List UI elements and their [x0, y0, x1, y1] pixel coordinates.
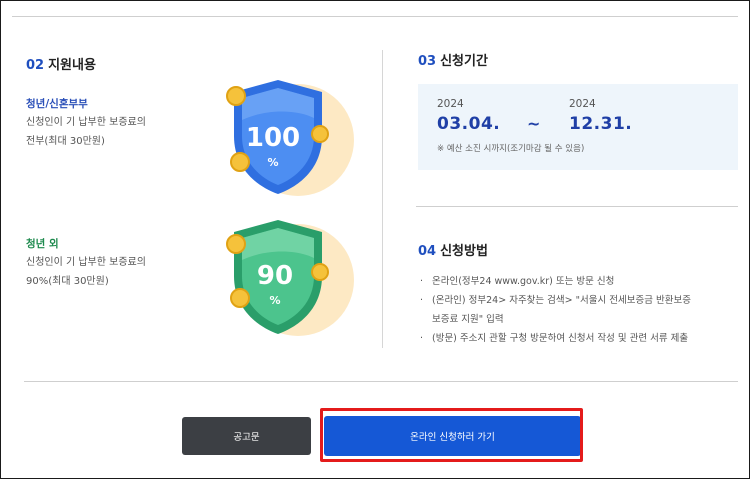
list-item: · (방문) 주소지 관할 구청 방문하여 신청서 작성 및 관련 서류 제출 [420, 329, 750, 348]
bullet: · [420, 333, 424, 344]
method-text: 온라인(정부24 www.gov.kr) 또는 방문 신청 [432, 276, 615, 287]
start-year: 2024 [437, 98, 464, 110]
bullet: · [420, 295, 424, 306]
desc-line: 신청인이 기 납부한 보증료의 [26, 257, 146, 268]
support-category-youth-newlywed: 청년/신혼부부 [26, 98, 88, 110]
desc-line: 전부(최대 30만원) [26, 136, 105, 147]
end-date: 12.31. [569, 114, 633, 134]
top-divider [12, 16, 738, 17]
section-number: 04 [418, 244, 437, 259]
method-text: (방문) 주소지 관할 구청 방문하여 신청서 작성 및 관련 서류 제출 [432, 333, 689, 344]
shield-100-percent-icon: 100 % [226, 80, 354, 196]
list-item: · (온라인) 정부24> 자주찾는 검색> "서울시 전세보증금 반환보증 [420, 291, 750, 310]
period-note: ※ 예산 소진 시까지(조기마감 될 수 있음) [437, 144, 585, 154]
method-text: (온라인) 정부24> 자주찾는 검색> "서울시 전세보증금 반환보증 [432, 295, 691, 306]
support-category-other: 청년 외 [26, 238, 59, 250]
method-list: · 온라인(정부24 www.gov.kr) 또는 방문 신청 · (온라인) 정부… [420, 272, 750, 348]
column-divider [382, 50, 383, 348]
section-title-text: 신청기간 [440, 54, 488, 69]
end-year: 2024 [569, 98, 596, 110]
desc-line: 90%(최대 30만원) [26, 276, 109, 287]
support-desc-other: 신청인이 기 납부한 보증료의 90%(최대 30만원) [26, 253, 196, 291]
shield-90-percent-icon: 90 % [226, 220, 354, 336]
method-section-title: 04 신청방법 [418, 240, 488, 259]
list-item: 보증료 지원" 입력 [420, 310, 750, 329]
desc-line: 신청인이 기 납부한 보증료의 [26, 117, 146, 128]
period-section-title: 03 신청기간 [418, 50, 488, 69]
bottom-divider [24, 381, 738, 382]
method-text: 보증료 지원" 입력 [432, 314, 504, 325]
highlight-box [320, 408, 583, 462]
period-divider [416, 206, 738, 207]
badge-unit: % [269, 294, 280, 307]
date-separator: ~ [527, 114, 541, 133]
support-desc-youth-newlywed: 신청인이 기 납부한 보증료의 전부(최대 30만원) [26, 113, 196, 151]
notice-button[interactable]: 공고문 [182, 417, 311, 455]
badge-value: 90 [257, 261, 293, 291]
list-item: · 온라인(정부24 www.gov.kr) 또는 방문 신청 [420, 272, 750, 291]
bullet: · [420, 276, 424, 287]
section-number: 02 [26, 58, 45, 73]
section-title-text: 신청방법 [440, 244, 488, 259]
support-section-title: 02 지원내용 [26, 54, 96, 73]
section-title-text: 지원내용 [48, 58, 96, 73]
start-date: 03.04. [437, 114, 501, 134]
badge-value: 100 [246, 123, 300, 153]
section-number: 03 [418, 54, 437, 69]
badge-unit: % [267, 156, 278, 169]
